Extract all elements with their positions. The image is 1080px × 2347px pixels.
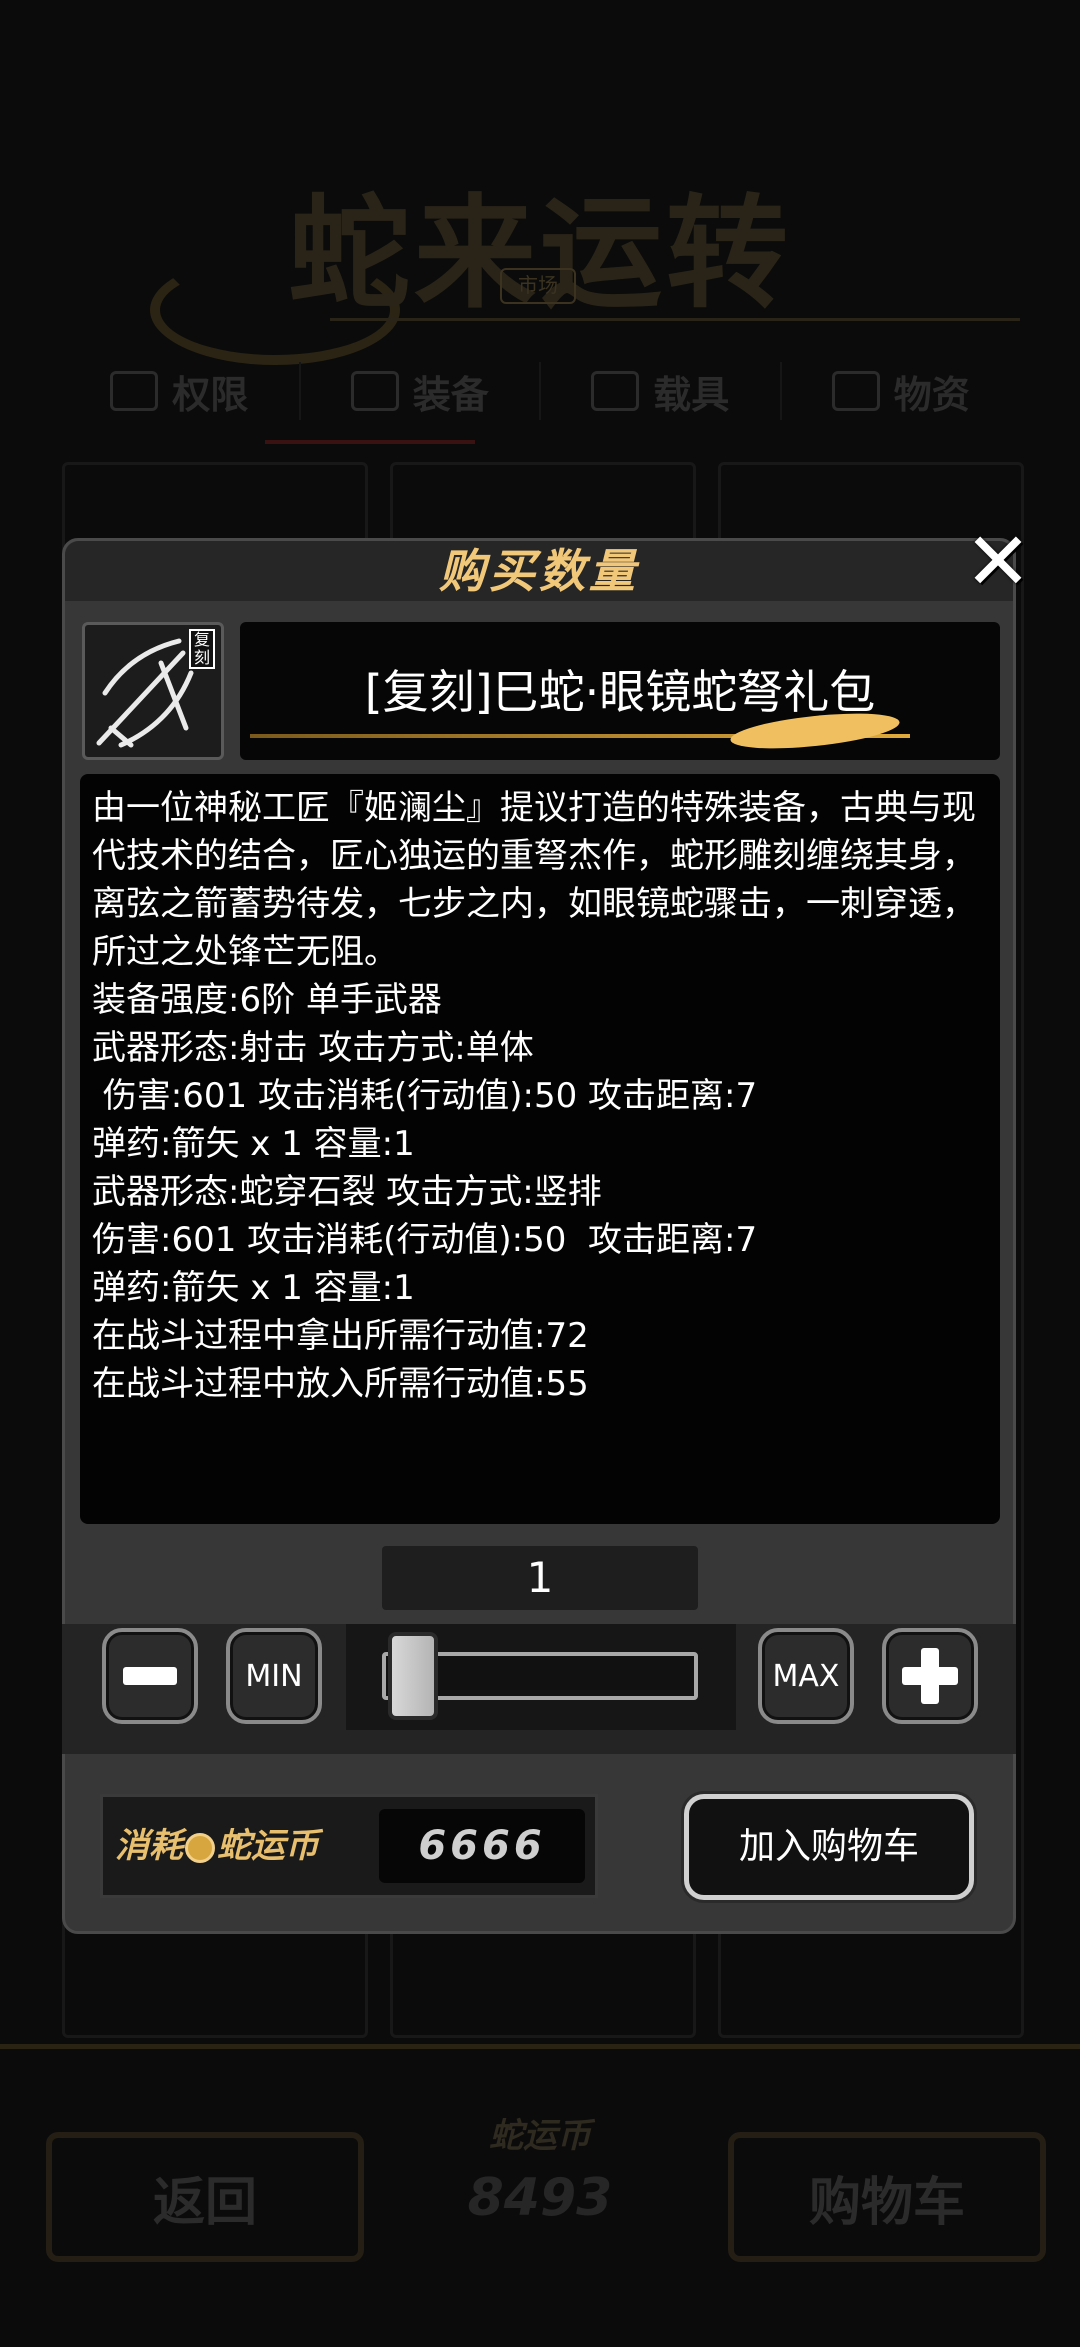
tab-permissions[interactable]: 权限 bbox=[60, 362, 301, 420]
tab-label: 载具 bbox=[653, 372, 730, 417]
tab-label: 物资 bbox=[893, 372, 970, 417]
market-badge: 市场 bbox=[500, 268, 576, 304]
item-name-plate: [复刻]巳蛇·眼镜蛇弩礼包 bbox=[240, 622, 1000, 760]
increment-button[interactable] bbox=[882, 1628, 978, 1724]
cost-label-post: 蛇运币 bbox=[217, 1826, 319, 1866]
box-icon bbox=[110, 371, 159, 411]
cost-value: 6666 bbox=[379, 1809, 585, 1883]
item-name: [复刻]巳蛇·眼镜蛇弩礼包 bbox=[364, 665, 876, 719]
tab-label: 装备 bbox=[412, 372, 489, 417]
page-title: 蛇来运转 bbox=[288, 181, 792, 325]
cost-panel: 消耗 蛇运币 6666 bbox=[100, 1794, 598, 1898]
car-icon bbox=[591, 371, 640, 411]
reissue-tag: 复刻 bbox=[189, 629, 215, 669]
item-description: 由一位神秘工匠『姬澜尘』提议打造的特殊装备，古典与现代技术的结合，匠心独运的重弩… bbox=[80, 774, 1000, 1524]
stat-line: 弹药:箭矢 x 1 容量:1 bbox=[92, 1124, 415, 1164]
minus-icon bbox=[123, 1667, 177, 1685]
tab-supplies[interactable]: 物资 bbox=[782, 362, 1021, 420]
title-divider bbox=[330, 318, 1020, 321]
stat-line: 在战斗过程中放入所需行动值:55 bbox=[92, 1364, 589, 1404]
active-tab-indicator bbox=[265, 440, 475, 444]
coin-icon bbox=[185, 1833, 215, 1863]
dialog-title: 购买数量 bbox=[439, 544, 639, 598]
quantity-display: 1 bbox=[382, 1546, 698, 1610]
footer-divider bbox=[0, 2044, 1080, 2049]
plus-icon bbox=[902, 1648, 958, 1704]
add-to-cart-button[interactable]: 加入购物车 bbox=[684, 1794, 974, 1900]
crate-icon bbox=[831, 371, 880, 411]
stat-line: 在战斗过程中拿出所需行动值:72 bbox=[92, 1316, 589, 1356]
shield-icon bbox=[350, 371, 399, 411]
stat-line: 伤害:601 攻击消耗(行动值):50 攻击距离:7 bbox=[92, 1076, 758, 1116]
stat-line: 武器形态:蛇穿石裂 攻击方式:竖排 bbox=[92, 1172, 602, 1212]
tab-equipment[interactable]: 装备 bbox=[301, 362, 541, 420]
tab-label: 权限 bbox=[172, 372, 249, 417]
max-button[interactable]: MAX bbox=[758, 1628, 854, 1724]
cost-label: 消耗 蛇运币 bbox=[115, 1797, 319, 1895]
close-icon[interactable]: ✕ bbox=[957, 521, 1039, 603]
description-text: 由一位神秘工匠『姬澜尘』提议打造的特殊装备，古典与现代技术的结合，匠心独运的重弩… bbox=[92, 788, 976, 972]
cost-label-pre: 消耗 bbox=[115, 1826, 183, 1866]
stat-line: 伤害:601 攻击消耗(行动值):50 攻击距离:7 bbox=[92, 1220, 758, 1260]
stat-line: 武器形态:射击 攻击方式:单体 bbox=[92, 1028, 534, 1068]
min-label: MIN bbox=[245, 1658, 303, 1694]
item-thumbnail: 复刻 bbox=[82, 622, 224, 760]
decrement-button[interactable] bbox=[102, 1628, 198, 1724]
stat-line: 弹药:箭矢 x 1 容量:1 bbox=[92, 1268, 415, 1308]
dialog-header: 购买数量 bbox=[65, 541, 1013, 601]
coin-balance-label: 蛇运币 bbox=[489, 2116, 591, 2156]
stat-line: 装备强度:6阶 单手武器 bbox=[92, 980, 442, 1020]
min-button[interactable]: MIN bbox=[226, 1628, 322, 1724]
coin-balance-value: 8493 bbox=[467, 2168, 613, 2228]
tab-vehicles[interactable]: 载具 bbox=[541, 362, 782, 420]
category-tabs: 权限 装备 载具 物资 bbox=[60, 362, 1020, 420]
cart-button[interactable]: 购物车 bbox=[728, 2132, 1046, 2262]
back-button[interactable]: 返回 bbox=[46, 2132, 364, 2262]
max-label: MAX bbox=[772, 1658, 840, 1694]
slider-handle[interactable] bbox=[388, 1632, 438, 1720]
